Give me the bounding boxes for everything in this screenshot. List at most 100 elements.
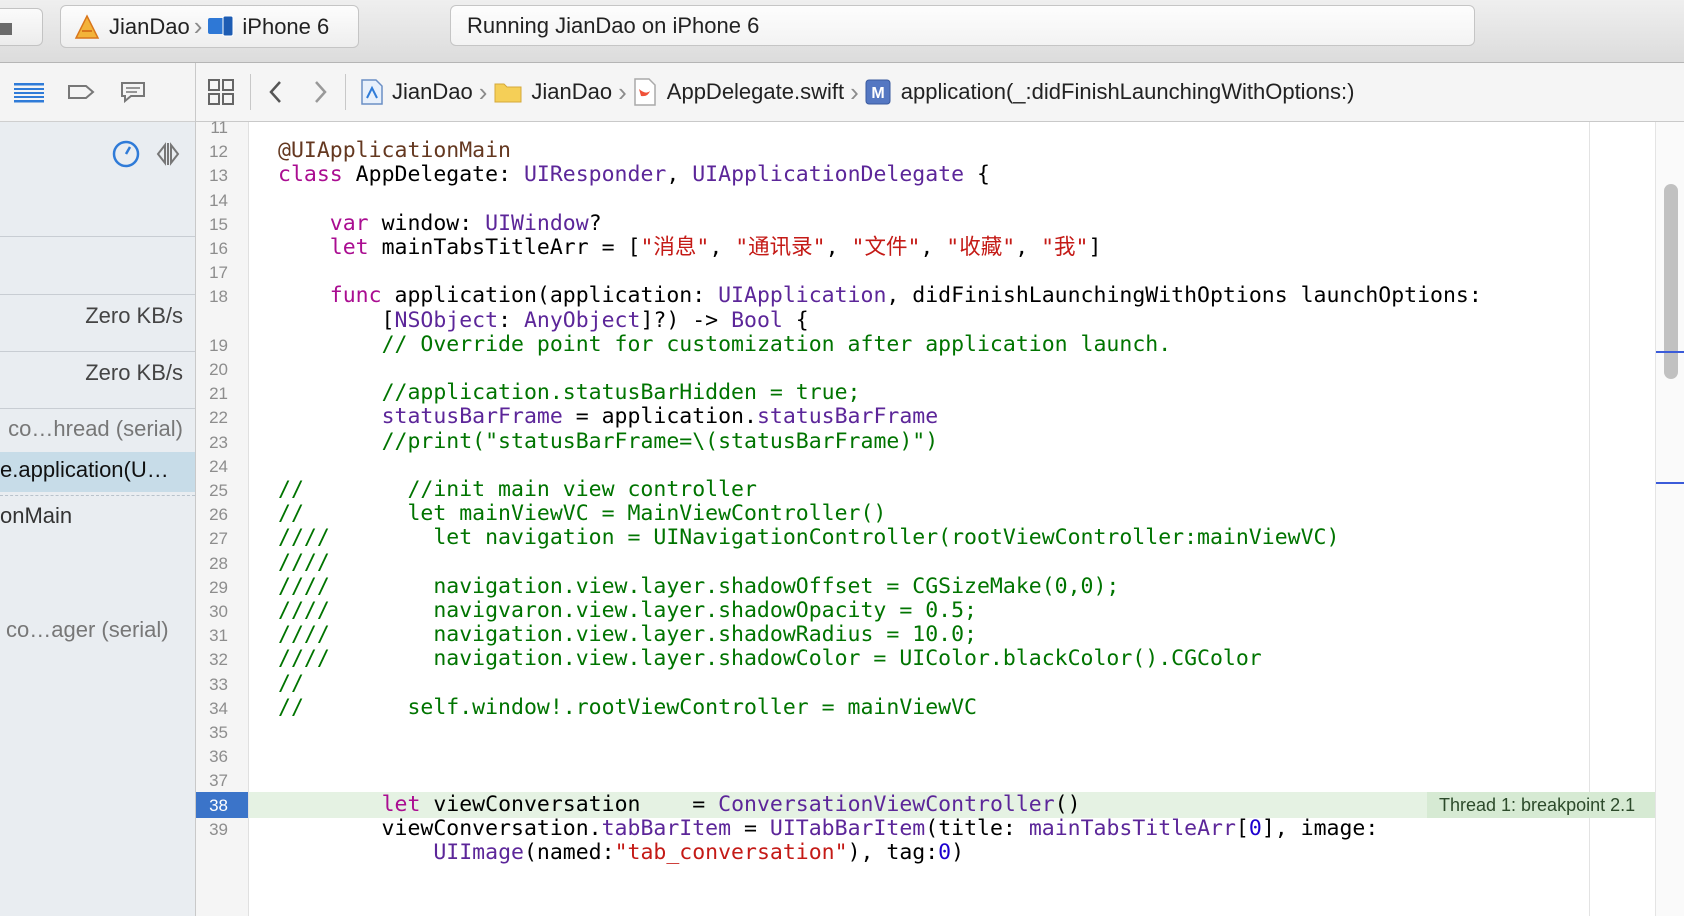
thread-queue-label[interactable]: co…hread (serial)	[0, 416, 195, 442]
folder-icon	[493, 80, 523, 104]
line-number[interactable]: 12	[188, 139, 228, 165]
line-number[interactable]: 29	[188, 575, 228, 601]
divider	[250, 74, 251, 110]
code-line[interactable]: [NSObject: AnyObject]?) -> Bool {	[249, 308, 1655, 334]
code-line[interactable]: //application.statusBarHidden = true;	[249, 380, 1655, 406]
code-line[interactable]	[249, 259, 1655, 285]
line-number[interactable]: 28	[188, 551, 228, 577]
jump-group[interactable]: JianDao	[493, 63, 612, 121]
line-number[interactable]: 37	[188, 768, 228, 794]
line-number[interactable]: 27	[188, 526, 228, 552]
activity-status: Running JianDao on iPhone 6	[450, 5, 1475, 46]
network-rate[interactable]: Zero KB/s	[0, 360, 195, 386]
code-text: UIImage(named:"tab_conversation"), tag:0…	[433, 840, 965, 865]
line-number[interactable]: 16	[188, 236, 228, 262]
line-number[interactable]: 39	[188, 817, 228, 843]
code-line[interactable]: UIImage(named:"tab_conversation"), tag:0…	[249, 840, 1655, 866]
code-text: // //init main view controller	[278, 477, 757, 502]
line-number[interactable]: 14	[188, 188, 228, 214]
code-text: //print("statusBarFrame=\(statusBarFrame…	[381, 428, 939, 454]
jump-bar: JianDao › JianDao › AppDelegate.swift › …	[196, 63, 1684, 122]
code-line[interactable]: ////	[249, 550, 1655, 576]
line-number[interactable]: 11	[188, 115, 228, 141]
code-line[interactable]: viewConversation.tabBarItem = UITabBarIt…	[249, 816, 1655, 842]
code-line[interactable]: func application(application: UIApplicat…	[249, 283, 1655, 309]
line-number[interactable]: 17	[188, 260, 228, 286]
line-number[interactable]: 19	[188, 333, 228, 359]
line-number[interactable]: 22	[188, 405, 228, 431]
code-line[interactable]: statusBarFrame = application.statusBarFr…	[249, 404, 1655, 430]
line-number[interactable]: 23	[188, 430, 228, 456]
stack-frame-selected[interactable]: e.application(U…	[0, 457, 195, 483]
code-line[interactable]	[249, 743, 1655, 769]
stop-button[interactable]	[0, 8, 43, 46]
line-number[interactable]: 25	[188, 478, 228, 504]
line-number[interactable]: 36	[188, 744, 228, 770]
line-number[interactable]: 20	[188, 357, 228, 383]
line-number[interactable]: 31	[188, 623, 228, 649]
method-label: application(_:didFinishLaunchingWithOpti…	[900, 79, 1355, 104]
code-line[interactable]	[249, 356, 1655, 382]
jump-file[interactable]: AppDelegate.swift	[633, 63, 844, 121]
line-number[interactable]: 30	[188, 599, 228, 625]
code-line[interactable]: // let mainViewVC = MainViewController()	[249, 501, 1655, 527]
code-text: var window: UIWindow?	[329, 210, 602, 236]
code-text: // let mainViewVC = MainViewController()	[278, 501, 887, 527]
line-number[interactable]: 24	[188, 454, 228, 480]
cpu-rate[interactable]: Zero KB/s	[0, 303, 195, 329]
report-message-icon[interactable]	[110, 72, 156, 112]
code-text: //// let navigation = UINavigationContro…	[278, 525, 1340, 551]
method-icon: M	[865, 79, 891, 105]
code-line[interactable]	[249, 719, 1655, 745]
code-line[interactable]: //// let navigation = UINavigationContro…	[249, 525, 1655, 551]
back-arrow-icon[interactable]	[265, 77, 287, 107]
code-line[interactable]: class AppDelegate: UIResponder, UIApplic…	[249, 162, 1655, 188]
code-line[interactable]: // Override point for customization afte…	[249, 332, 1655, 358]
stack-frame[interactable]: onMain	[0, 503, 195, 529]
line-number-gutter[interactable]: 11 12 13 14 15 16 17 18 19 20 21 22 23 24 25 26 27 28 29 30…	[196, 118, 249, 916]
scrollbar-thumb[interactable]	[1664, 184, 1678, 379]
code-line[interactable]: @UIApplicationMain	[249, 138, 1655, 164]
line-number[interactable]: 15	[188, 212, 228, 238]
code-line[interactable]: // //init main view controller	[249, 477, 1655, 503]
code-text: // Override point for customization afte…	[381, 331, 1172, 357]
code-line[interactable]: //// navigation.view.layer.shadowOffset …	[249, 574, 1655, 600]
line-number[interactable]: 13	[188, 163, 228, 189]
status-text: Running JianDao on iPhone 6	[467, 12, 760, 38]
jump-project[interactable]: JianDao	[360, 63, 473, 121]
code-line[interactable]: //// navigvaron.view.layer.shadowOpacity…	[249, 598, 1655, 624]
code-line[interactable]: //	[249, 671, 1655, 697]
related-items-icon[interactable]	[206, 77, 236, 107]
split-view-icon[interactable]	[153, 139, 183, 174]
line-number[interactable]: 33	[188, 672, 228, 698]
code-line[interactable]: let mainTabsTitleArr = ["消息", "通讯录", "文件…	[249, 235, 1655, 261]
line-number[interactable]: 32	[188, 647, 228, 673]
line-number[interactable]: 18	[188, 284, 228, 310]
breakpoint-tag-icon[interactable]	[58, 72, 104, 112]
thread-queue-label[interactable]: co…ager (serial)	[0, 617, 195, 643]
chevron-right-icon: ›	[618, 76, 627, 107]
code-line[interactable]: // self.window!.rootViewController = mai…	[249, 695, 1655, 721]
code-line[interactable]	[249, 767, 1655, 793]
sidebar-controls	[111, 139, 183, 174]
jump-method[interactable]: M application(_:didFinishLaunchingWithOp…	[865, 63, 1355, 121]
code-text: // self.window!.rootViewController = mai…	[278, 694, 977, 720]
scheme-selector[interactable]: JianDao › iPhone 6	[60, 5, 359, 48]
line-number[interactable]: 35	[188, 720, 228, 746]
line-number[interactable]: 34	[188, 696, 228, 722]
gauge-icon[interactable]	[111, 139, 141, 174]
forward-arrow-icon[interactable]	[309, 77, 331, 107]
code-line[interactable]	[249, 453, 1655, 479]
list-view-icon[interactable]	[6, 72, 52, 112]
code-line[interactable]: var window: UIWindow?	[249, 211, 1655, 237]
line-number[interactable]: 21	[188, 381, 228, 407]
code-line[interactable]	[249, 187, 1655, 213]
code-line[interactable]: //print("statusBarFrame=\(statusBarFrame…	[249, 429, 1655, 455]
code-text: //// navigation.view.layer.shadowRadius …	[278, 622, 977, 648]
code-line[interactable]: //// navigation.view.layer.shadowColor =…	[249, 646, 1655, 672]
vertical-scrollbar[interactable]	[1655, 122, 1684, 916]
scheme-name: JianDao	[109, 13, 190, 39]
line-number[interactable]: 26	[188, 502, 228, 528]
line-number[interactable]: 38	[188, 793, 228, 819]
code-line[interactable]: //// navigation.view.layer.shadowRadius …	[249, 622, 1655, 648]
